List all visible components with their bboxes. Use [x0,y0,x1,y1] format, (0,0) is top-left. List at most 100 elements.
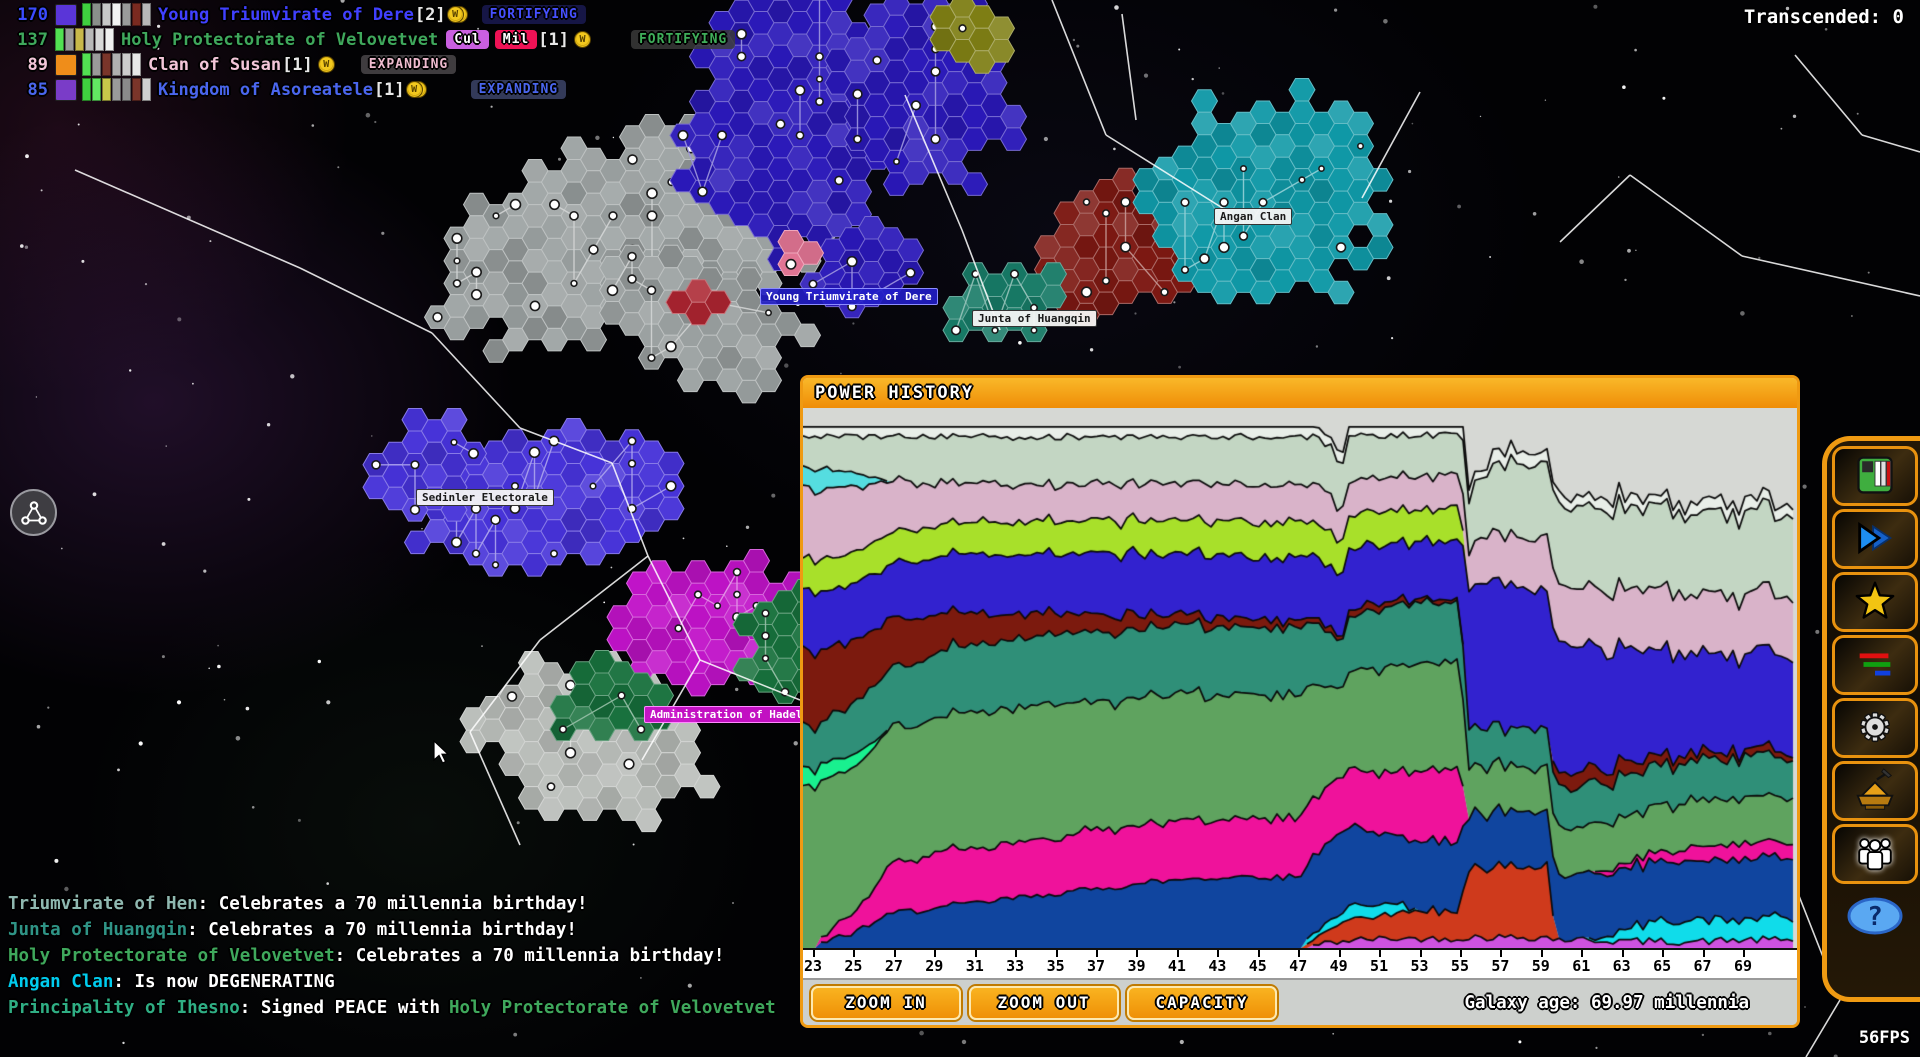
axis-tick [1015,950,1017,957]
empire-history-bars [82,3,151,26]
axis-tick-label: 35 [1038,957,1074,975]
axis-tick [813,950,815,957]
news-empire-name[interactable]: Triumvirate of Hen [8,894,198,914]
axis-tick [894,950,896,957]
empire-history-bars [55,28,114,51]
sandbox-button[interactable] [1832,761,1918,821]
axis-tick-label: 25 [835,957,871,975]
empire-leaderboard: 170Young Triumvirate of Dere[2]WWFORTIFY… [4,2,735,102]
news-text: Celebrates a 70 millennia birthday! [356,946,725,966]
zoom-in-button[interactable]: ZOOM IN [811,986,961,1020]
news-feed: Triumvirate of Hen: Celebrates a 70 mill… [8,894,776,1024]
axis-tick-label: 31 [957,957,993,975]
fast-forward-button[interactable] [1832,509,1918,569]
axis-tick [1743,950,1745,957]
axis-tick-label: 55 [1442,957,1478,975]
axis-tick-label: 51 [1361,957,1397,975]
empire-name: Holy Protectorate of Velovetvet [121,30,438,50]
game-root: Young Triumvirate of Dere Junta of Huangq… [0,0,1920,1057]
axis-tick-label: 41 [1159,957,1195,975]
axis-tick-label: 47 [1280,957,1316,975]
axis-tick [1541,950,1543,957]
axis-tick [1703,950,1705,957]
leaderboard-row[interactable]: 85Kingdom of Asoreatele[1]WWEXPANDING [4,77,735,102]
axis-tick [1217,950,1219,957]
axis-tick-label: 29 [916,957,952,975]
empire-rank-bracket: [1] [538,30,569,50]
axis-tick [1460,950,1462,957]
svg-text:?: ? [1867,902,1883,932]
help-icon: ? [1844,893,1906,942]
axis-tick-label: 43 [1199,957,1235,975]
transcended-counter: Transcended: 0 [1744,6,1904,28]
status-badge: Cul [446,30,488,49]
news-text: Signed PEACE with [261,998,440,1018]
empire-color-swatch [55,79,77,101]
axis-tick-label: 59 [1523,957,1559,975]
empire-map-label[interactable]: Junta of Huangqin [972,310,1097,327]
axis-tick [1258,950,1260,957]
empire-name: Clan of Susan [148,55,281,75]
right-toolbar: ? [1822,436,1920,1002]
empire-score: 170 [4,5,48,25]
settings-button[interactable] [1832,698,1918,758]
axis-tick-label: 61 [1563,957,1599,975]
empire-name: Kingdom of Asoreatele [158,80,373,100]
empire-map-label[interactable]: Sedinler Electorale [416,489,554,506]
axis-tick-label: 57 [1482,957,1518,975]
galaxy-age-label: Galaxy age: 69.97 millennia [1465,993,1749,1013]
news-empire-name[interactable]: Holy Protectorate of Velovetvet [449,998,776,1018]
news-separator: : [240,998,261,1018]
news-empire-name[interactable]: Junta of Huangqin [8,920,187,940]
empire-rank-bracket: [1] [282,55,313,75]
leaderboard-row[interactable]: 170Young Triumvirate of Dere[2]WWFORTIFY… [4,2,735,27]
empire-score: 85 [4,80,48,100]
news-separator: : [335,946,356,966]
axis-tick-label: 27 [876,957,912,975]
news-line: Principality of Ihesno: Signed PEACE wit… [8,998,776,1024]
stats-button[interactable] [1832,635,1918,695]
axis-tick [1177,950,1179,957]
axis-tick-label: 37 [1078,957,1114,975]
capacity-button[interactable]: CAPACITY [1127,986,1277,1020]
network-widget[interactable] [10,489,57,536]
war-coin-icon: WW [410,81,427,98]
power-history-chart[interactable] [803,408,1797,948]
power-history-panel: POWER HISTORY 23252729313335373941434547… [800,375,1800,1028]
status-badge: FORTIFYING [631,30,735,49]
sandbox-icon [1852,767,1898,816]
empire-map-label[interactable]: Angan Clan [1214,208,1292,225]
news-separator: : [198,894,219,914]
news-text: Is now DEGENERATING [134,972,334,992]
status-badge: EXPANDING [471,80,566,99]
empire-rank-bracket: [2] [415,5,446,25]
empire-map-label[interactable]: Young Triumvirate of Dere [760,288,938,305]
help-button[interactable]: ? [1832,887,1918,947]
axis-tick-label: 67 [1685,957,1721,975]
axis-tick [975,950,977,957]
leaderboard-row[interactable]: 89Clan of Susan[1]WEXPANDING [4,52,735,77]
leaderboard-row[interactable]: 137 Holy Protectorate of Velovetvet Cul Mil… [4,27,735,52]
save-button[interactable] [1832,446,1918,506]
axis-tick [934,950,936,957]
news-empire-name[interactable]: Principality of Ihesno [8,998,240,1018]
axis-tick-label: 49 [1321,957,1357,975]
war-coin-icon: W [574,31,591,48]
zoom-out-button[interactable]: ZOOM OUT [969,986,1119,1020]
news-empire-name[interactable]: Angan Clan [8,972,113,992]
news-empire-name[interactable]: Holy Protectorate of Velovetvet [8,946,335,966]
axis-tick [1500,950,1502,957]
empire-score: 137 [4,30,48,50]
axis-tick-label: 45 [1240,957,1276,975]
stats-bars-icon [1852,641,1898,690]
axis-tick [1379,950,1381,957]
population-button[interactable] [1832,824,1918,884]
status-badge: Mil [495,30,537,49]
axis-tick [1622,950,1624,957]
panel-footer: ZOOM IN ZOOM OUT CAPACITY Galaxy age: 69… [803,978,1797,1025]
fast-forward-icon [1852,515,1898,564]
save-icon [1853,453,1897,500]
war-coin-icon: W [318,56,335,73]
star-button[interactable] [1832,572,1918,632]
axis-tick [1096,950,1098,957]
